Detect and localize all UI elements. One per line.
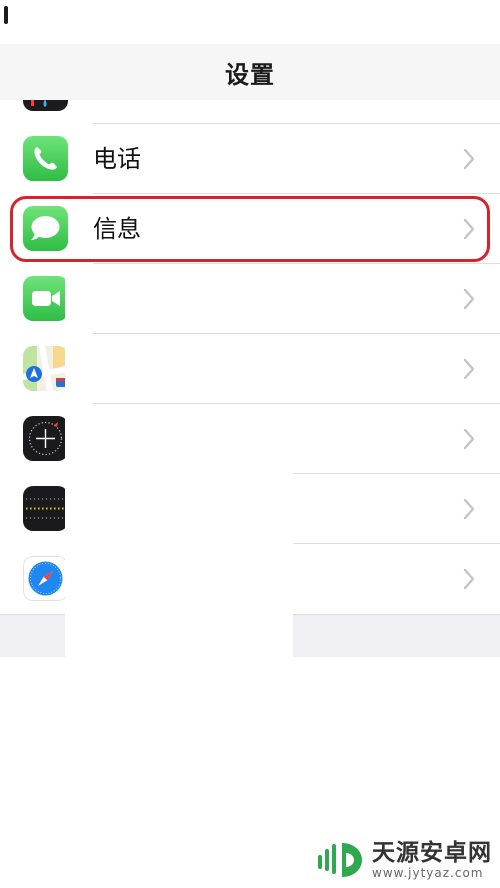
- watermark: 天源安卓网 www.jytyaz.com: [316, 838, 492, 882]
- obscured-region-top: [10, 0, 500, 44]
- chevron-right-icon: [463, 148, 475, 170]
- page-title: 设置: [225, 60, 275, 89]
- watermark-title: 天源安卓网: [372, 840, 492, 866]
- highlight-box: [10, 196, 490, 262]
- settings-row-label: 电话: [93, 145, 141, 173]
- safari-icon: [23, 556, 68, 601]
- partial-app-icon: [23, 100, 68, 111]
- facetime-icon: [23, 276, 68, 321]
- navigation-bar: 设置: [0, 44, 500, 101]
- compass-icon: [23, 416, 68, 461]
- status-bar-glyph: [4, 6, 8, 24]
- chevron-right-icon: [463, 568, 475, 590]
- obscured-region-right: [65, 406, 293, 658]
- phone-icon: [23, 136, 68, 181]
- chevron-right-icon: [463, 498, 475, 520]
- chevron-right-icon: [463, 358, 475, 380]
- chevron-right-icon: [463, 428, 475, 450]
- watermark-url: www.jytyaz.com: [372, 866, 484, 880]
- settings-row-phone[interactable]: 电话: [0, 124, 500, 194]
- chevron-right-icon: [463, 288, 475, 310]
- measure-icon: [23, 486, 68, 531]
- obscured-region-left: [65, 266, 93, 406]
- watermark-logo-icon: [318, 843, 362, 877]
- settings-row-partial[interactable]: [0, 100, 500, 124]
- maps-icon: [23, 346, 68, 391]
